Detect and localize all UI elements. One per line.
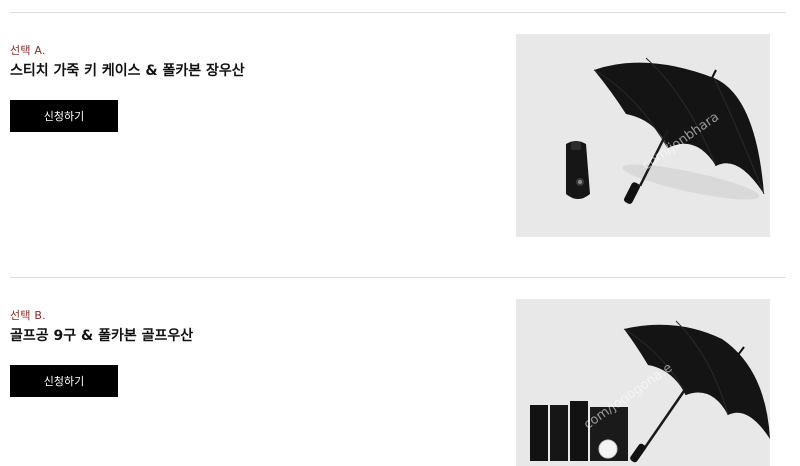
divider-middle [10,277,786,278]
option-a: 선택 A. 스티치 가죽 키 케이스 & 폴카본 장우산 신청하기 com/jo… [10,34,786,238]
option-title: 스티치 가죽 키 케이스 & 폴카본 장우산 [10,63,245,79]
product-image-umbrella-keycase: com/jonbhara [516,34,770,237]
umbrella-keycase-illustration [516,34,770,237]
option-title: 골프공 9구 & 폴카본 골프우산 [10,328,194,344]
option-b: 선택 B. 골프공 9구 & 폴카본 골프우산 신청하기 com/jonogon… [10,299,786,466]
apply-button[interactable]: 신청하기 [10,100,118,132]
product-image-golfballs-umbrella: com/jonogona.e [516,299,770,466]
divider-top [10,12,786,13]
option-label: 선택 B. [10,309,46,322]
option-label: 선택 A. [10,44,46,57]
page: 선택 A. 스티치 가죽 키 케이스 & 폴카본 장우산 신청하기 com/jo… [0,0,800,466]
apply-button[interactable]: 신청하기 [10,365,118,397]
